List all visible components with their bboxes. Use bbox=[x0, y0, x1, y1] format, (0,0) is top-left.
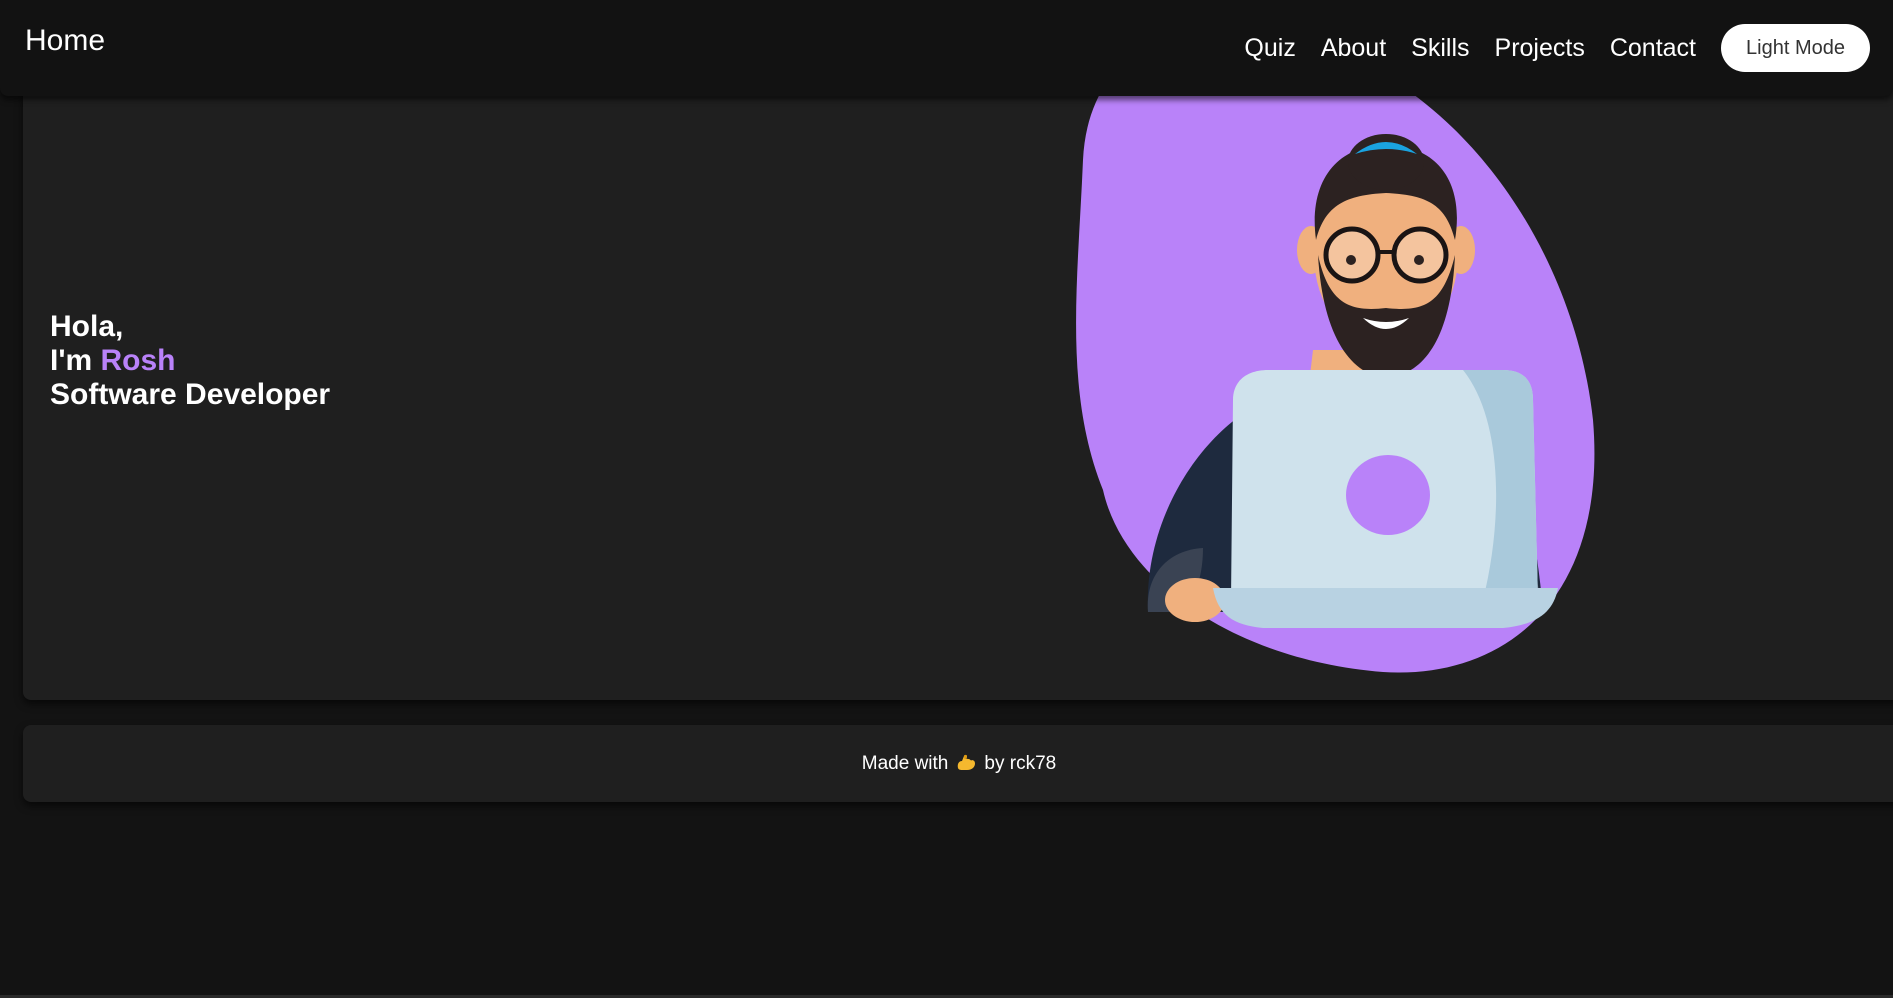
hero-role: Software Developer bbox=[50, 378, 331, 411]
footer: Made with by rck78 bbox=[23, 725, 1893, 802]
home-link[interactable]: Home bbox=[25, 22, 105, 60]
footer-suffix: by rck78 bbox=[984, 753, 1057, 774]
hero-name-line: I'm Rosh bbox=[50, 344, 330, 378]
page: Hola, I'm Rosh Software Developer Home Q… bbox=[0, 0, 1893, 998]
nav-link-contact[interactable]: Contact bbox=[1610, 24, 1696, 72]
hero-section: Hola, I'm Rosh Software Developer bbox=[23, 40, 1893, 700]
light-mode-button[interactable]: Light Mode bbox=[1721, 24, 1870, 72]
nav-link-quiz[interactable]: Quiz bbox=[1244, 24, 1295, 72]
nav-link-projects[interactable]: Projects bbox=[1495, 24, 1585, 72]
flexed-biceps-icon bbox=[958, 754, 976, 770]
hero-intro-prefix: I'm bbox=[50, 344, 101, 377]
navbar: Home Quiz About Skills Projects Contact … bbox=[0, 0, 1893, 96]
footer-prefix: Made with bbox=[861, 753, 949, 774]
nav-link-skills[interactable]: Skills bbox=[1411, 24, 1469, 72]
hero-name: Rosh bbox=[100, 344, 176, 377]
footer-credit: Made with by rck78 bbox=[23, 725, 1893, 802]
hero-intro: Hola, I'm Rosh Software Developer bbox=[50, 310, 330, 412]
hero-greeting: Hola, bbox=[50, 310, 124, 343]
developer-with-laptop-illustration bbox=[1076, 40, 1595, 673]
nav-links: Quiz About Skills Projects Contact Light… bbox=[1244, 24, 1870, 72]
nav-link-about[interactable]: About bbox=[1321, 24, 1386, 72]
